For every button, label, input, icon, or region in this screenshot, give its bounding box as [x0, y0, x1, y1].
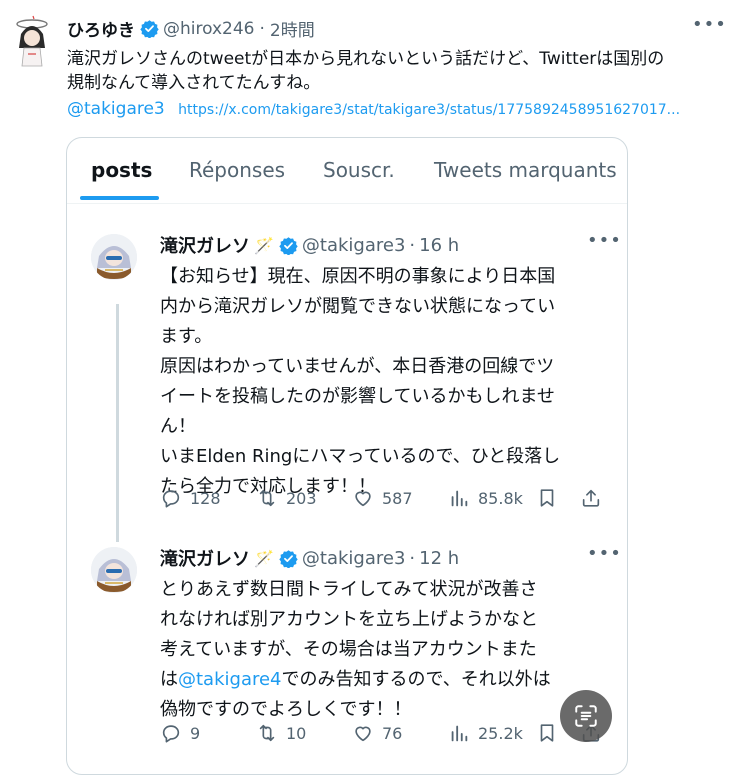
tweet-avatar[interactable] — [91, 234, 137, 280]
meta-separator: · — [409, 234, 416, 256]
more-icon[interactable]: ••• — [587, 543, 622, 564]
views-button[interactable]: 85.8k — [448, 487, 523, 509]
mention-link[interactable]: @takigare3 — [67, 99, 165, 119]
reply-count: 9 — [190, 723, 201, 743]
retweet-count: 203 — [286, 488, 317, 508]
like-count: 587 — [382, 488, 413, 508]
tweet-text-line: ん！ — [160, 416, 196, 437]
author-name[interactable]: ひろゆき — [67, 16, 135, 41]
tweet-link-row: @takigare3 https://x.com/takigare3/stat/… — [67, 99, 680, 119]
like-icon — [355, 491, 371, 507]
tweet-time[interactable]: 12 h — [419, 548, 459, 569]
tweet-text-line: 【お知らせ】現在、原因不明の事象により日本国 — [160, 266, 556, 287]
retweet-count: 10 — [286, 723, 307, 743]
wand-emoji: 🪄 — [254, 548, 274, 568]
tweet-text-line: れなければ別アカウントを立ち上げようかなと — [160, 609, 538, 630]
active-tab-indicator — [80, 196, 159, 200]
tab-subscriptions[interactable]: Souscr. — [323, 158, 395, 182]
more-icon[interactable]: ••• — [587, 230, 622, 251]
tweet-actions: 128 203 587 85.8k — [160, 487, 616, 515]
retweet-icon — [259, 489, 275, 507]
bookmark-icon — [540, 489, 554, 507]
text-prefix: は — [160, 669, 178, 690]
views-count: 25.2k — [478, 723, 523, 743]
tweet-actions: 9 10 76 25.2k — [160, 722, 616, 750]
tweet-text-line: 滝沢ガレソさんのtweetが日本から見れないという話だけど、Twitterは国別… — [67, 49, 665, 69]
more-icon[interactable]: ••• — [692, 14, 727, 35]
text-recognition-button[interactable] — [560, 690, 612, 742]
tweet-time[interactable]: 16 h — [419, 235, 459, 256]
verified-badge-icon — [140, 20, 159, 38]
tweet-text-line: イートを投稿したのが影響しているかもしれませ — [160, 386, 555, 407]
embedded-timeline-card: posts Réponses Souscr. Tweets marquants … — [66, 137, 628, 775]
like-button[interactable]: 76 — [352, 722, 402, 744]
meta-separator: · — [409, 547, 416, 569]
meta-separator: · — [259, 18, 265, 39]
tweet-header: 滝沢ガレソ 🪄 @takigare3 · 12 h — [160, 545, 459, 571]
tweet-text-line: は@takigare4でのみ告知するので、それ以外は — [160, 665, 616, 695]
wand-emoji: 🪄 — [254, 235, 274, 255]
tweet-text-line: 内から滝沢ガレソが閲覧できない状態になってい — [160, 296, 556, 317]
reply-icon — [162, 725, 180, 743]
verified-badge-icon — [279, 549, 298, 568]
reply-count: 128 — [190, 488, 221, 508]
tweet-avatar[interactable] — [91, 547, 137, 593]
tab-highlights[interactable]: Tweets marquants — [434, 158, 617, 182]
text-suffix: でのみ告知するので、それ以外は — [281, 669, 551, 690]
like-count: 76 — [382, 723, 403, 743]
tweet-text-line: とりあえず数日間トライしてみて状況が改善さ — [160, 579, 538, 600]
outer-tweet: ひろゆき @hirox246 · 2時間 ••• 滝沢ガレソさんのtweetが日… — [0, 0, 740, 782]
retweet-button[interactable]: 203 — [256, 487, 317, 509]
mention-link[interactable]: @takigare4 — [178, 669, 282, 690]
bookmark-icon — [540, 724, 554, 742]
tweet-text-line: ます。 — [160, 326, 213, 347]
author-name[interactable]: 滝沢ガレソ — [160, 545, 250, 571]
author-handle[interactable]: @takigare3 — [302, 235, 406, 256]
author-avatar[interactable] — [12, 14, 52, 70]
thread-line — [116, 304, 119, 542]
author-handle[interactable]: @takigare3 — [302, 548, 406, 569]
url-link[interactable]: https://x.com/takigare3/stat/takigare3/s… — [178, 102, 680, 118]
tweet-text: 【お知らせ】現在、原因不明の事象により日本国 内から滝沢ガレソが閲覧できない状態… — [160, 262, 616, 502]
retweet-icon — [259, 724, 275, 742]
outer-tweet-header: ひろゆき @hirox246 · 2時間 — [67, 16, 315, 42]
like-icon — [355, 726, 371, 742]
views-icon — [451, 490, 468, 507]
author-name[interactable]: 滝沢ガレソ — [160, 232, 250, 258]
share-icon — [582, 489, 600, 507]
profile-tabs: posts Réponses Souscr. Tweets marquants — [67, 138, 627, 204]
retweet-button[interactable]: 10 — [256, 722, 306, 744]
tweet-text-line: 考えていますが、その場合は当アカウントまた — [160, 639, 537, 660]
avatar-character-icon — [91, 547, 137, 593]
views-button[interactable]: 25.2k — [448, 722, 523, 744]
views-count: 85.8k — [478, 488, 523, 508]
tweet-text: とりあえず数日間トライしてみて状況が改善さ れなければ別アカウントを立ち上げよう… — [160, 575, 616, 725]
reply-button[interactable]: 128 — [160, 487, 221, 509]
reply-button[interactable]: 9 — [160, 722, 200, 744]
text-recognition-icon — [575, 705, 597, 727]
like-button[interactable]: 587 — [352, 487, 413, 509]
reply-icon — [162, 490, 180, 508]
tweet-text-line: 原因はわかっていませんが、本日香港の回線でツ — [160, 356, 555, 377]
bookmark-button[interactable] — [536, 487, 566, 509]
avatar-character-icon — [91, 234, 137, 280]
views-icon — [451, 725, 468, 742]
avatar-illustration-icon — [16, 15, 48, 67]
tweet-header: 滝沢ガレソ 🪄 @takigare3 · 16 h — [160, 232, 459, 258]
tweet-text-line: いまElden Ringにハマっているので、ひと段落し — [160, 446, 561, 467]
tab-posts[interactable]: posts — [91, 158, 152, 182]
tweet-text-line: 偽物ですのでよろしくです！！ — [160, 699, 412, 720]
tweet-text-line: 規制なんて導入されてたんすね。 — [67, 73, 321, 93]
share-button[interactable] — [580, 487, 610, 509]
outer-tweet-text: 滝沢ガレソさんのtweetが日本から見れないという話だけど、Twitterは国別… — [67, 47, 727, 95]
verified-badge-icon — [279, 236, 298, 255]
tab-replies[interactable]: Réponses — [189, 158, 285, 182]
tweet-time[interactable]: 2時間 — [270, 16, 315, 41]
author-handle[interactable]: @hirox246 — [163, 19, 255, 39]
